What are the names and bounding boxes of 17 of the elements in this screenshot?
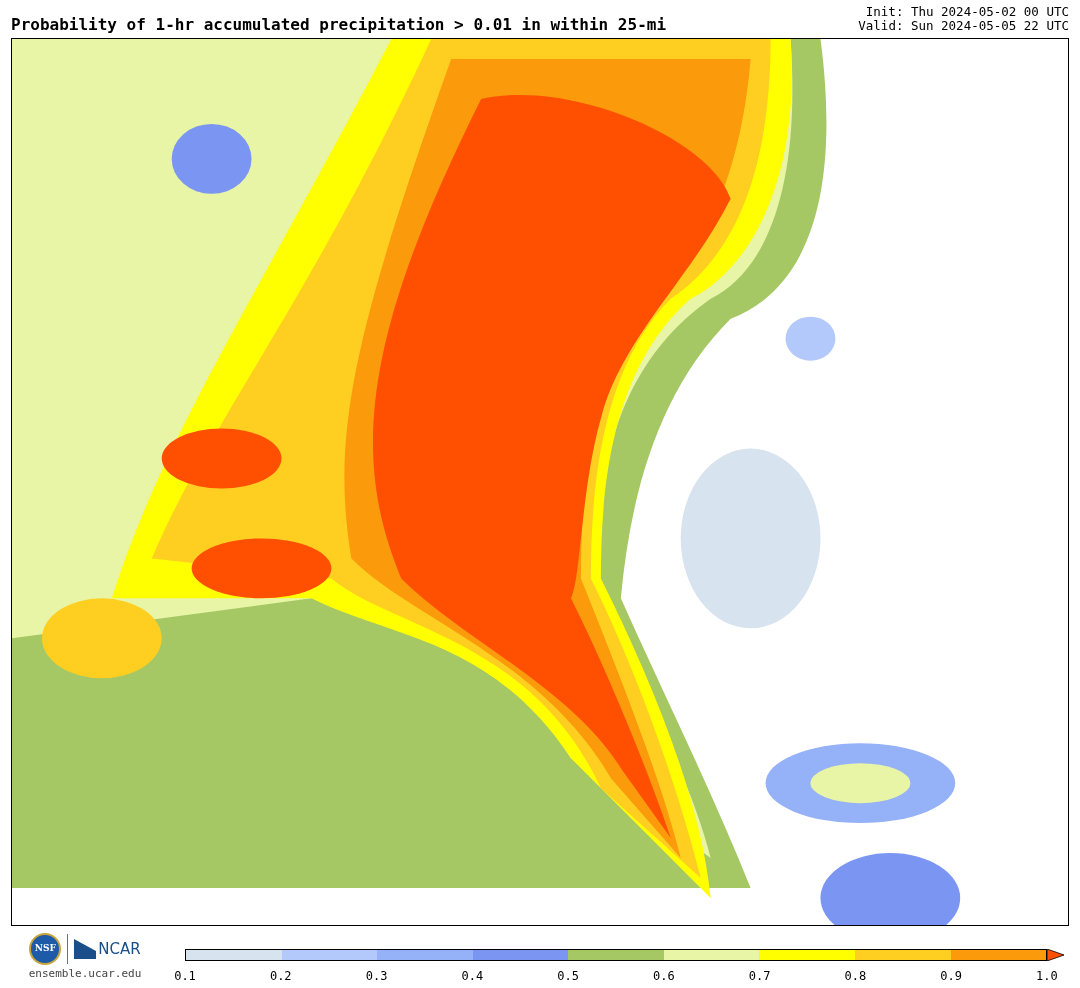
colorbar-label: 1.0 [1036,968,1058,985]
colorbar-label: 0.2 [269,968,292,985]
valid-time: Valid: Sun 2024-05-05 22 UTC [858,19,1069,33]
ncar-swoosh-icon [74,939,97,959]
chart-title: Probability of 1-hr accumulated precipitation > 0.01 in within 25-mi [11,17,667,33]
init-time: Init: Thu 2024-05-02 00 UTC [865,5,1069,19]
colorbar-label: 0.5 [557,968,579,985]
colorbar-label: 0.9 [940,968,962,985]
colorbar-label: 0.4 [461,968,484,985]
colorbar-label: 0.3 [365,968,388,985]
site-url: ensemble.ucar.edu [28,968,142,980]
colorbar-label: 0.8 [844,968,867,985]
ncar-logo: NCAR [74,937,141,961]
colorbar-label: 0.6 [653,968,675,985]
nsf-logo: NSF [29,933,62,965]
colorbar-label: 0.1 [174,968,196,985]
colorbar-label: 0.7 [748,968,771,985]
